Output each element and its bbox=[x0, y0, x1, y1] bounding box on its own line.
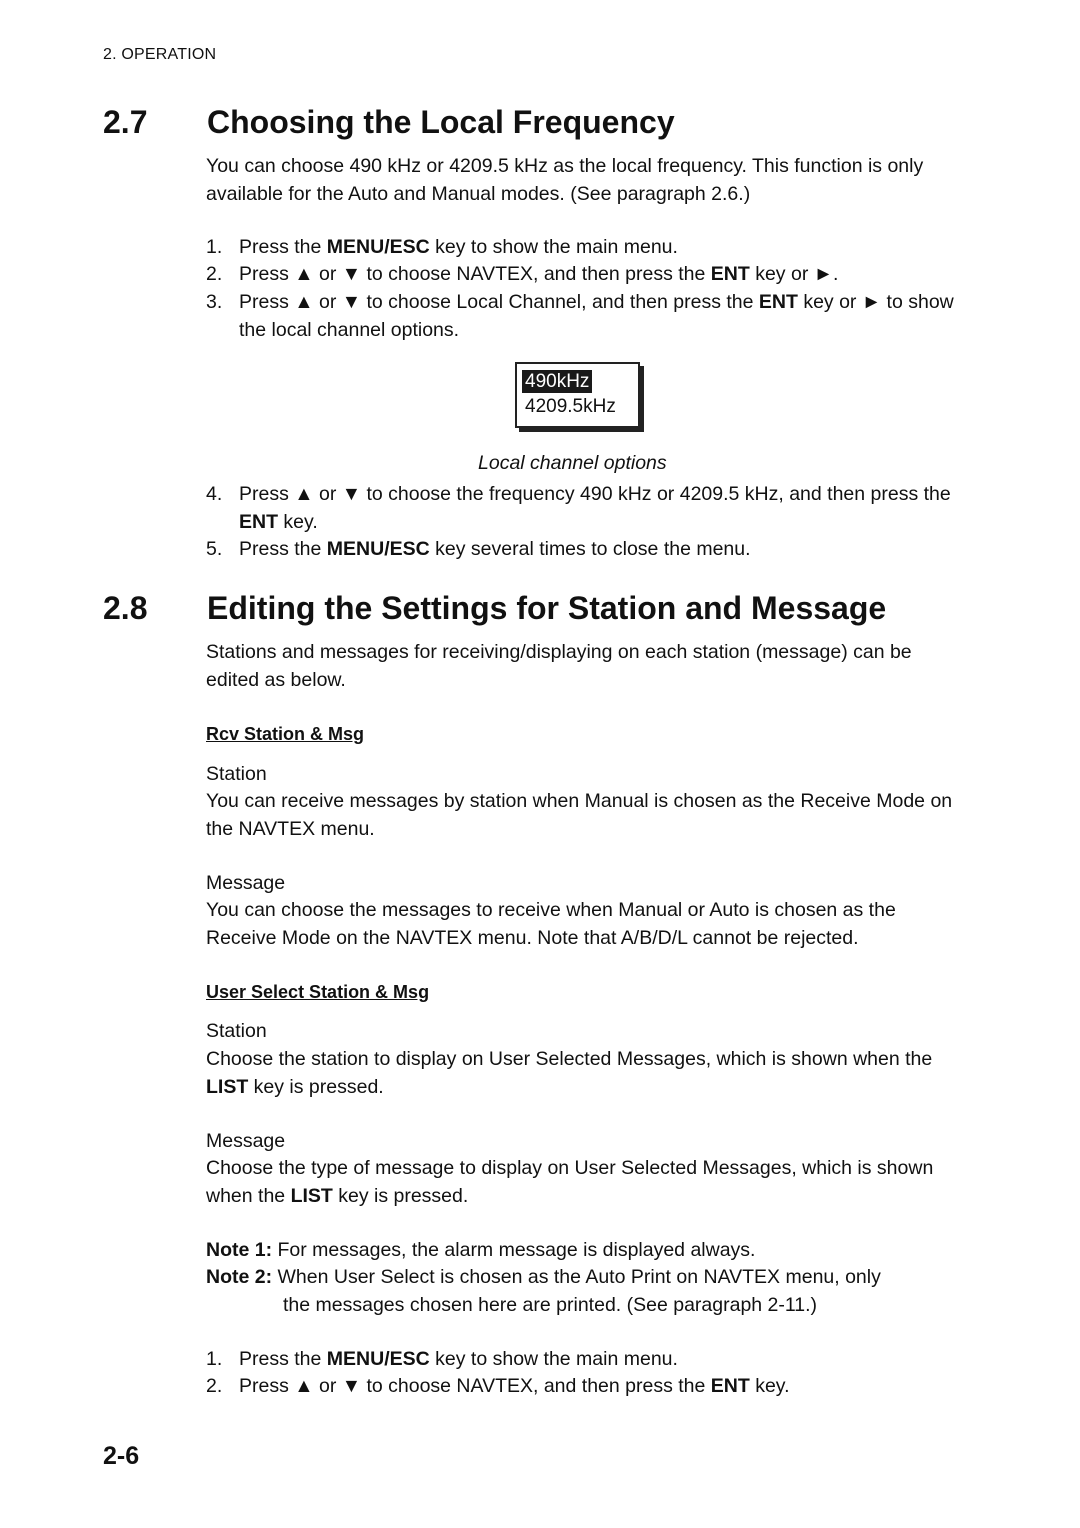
item-text: Choose the station to display on User Se… bbox=[206, 1048, 933, 1098]
figure-caption: Local channel options bbox=[478, 452, 667, 474]
step-item: 4. Press ▲ or ▼ to choose the frequency … bbox=[206, 483, 951, 533]
subsection-heading: Rcv Station & Msg bbox=[206, 724, 365, 744]
item-label: Station bbox=[206, 1020, 267, 1042]
key-label: ENT bbox=[239, 510, 278, 533]
section-heading-2-8: 2.8 Editing the Settings for Station and … bbox=[103, 590, 886, 627]
step-item: 5. Press the MENU/ESC key several times … bbox=[206, 538, 751, 560]
note-2: Note 2: When User Select is chosen as th… bbox=[206, 1266, 881, 1316]
section-heading-2-7: 2.7 Choosing the Local Frequency bbox=[103, 104, 675, 141]
section-number: 2.7 bbox=[103, 104, 148, 140]
key-label: MENU/ESC bbox=[326, 236, 430, 258]
section-title: Editing the Settings for Station and Mes… bbox=[207, 590, 887, 626]
item-label: Message bbox=[206, 872, 286, 894]
step-item: 1. Press the MENU/ESC key to show the ma… bbox=[206, 236, 678, 258]
option-490khz-selected: 490kHz bbox=[522, 370, 593, 393]
item-text: You can receive messages by station when… bbox=[206, 790, 953, 840]
step-item: 2. Press ▲ or ▼ to choose NAVTEX, and th… bbox=[206, 263, 839, 285]
section-number: 2.8 bbox=[103, 590, 148, 626]
key-label: MENU/ESC bbox=[326, 538, 430, 560]
local-channel-options-figure: 490kHz 4209.5kHz bbox=[515, 362, 640, 428]
page-number: 2-6 bbox=[103, 1442, 140, 1470]
subsection-heading: User Select Station & Msg bbox=[206, 982, 430, 1002]
step-item: 1. Press the MENU/ESC key to show the ma… bbox=[206, 1348, 678, 1370]
key-label: LIST bbox=[290, 1184, 333, 1207]
section-title: Choosing the Local Frequency bbox=[207, 104, 675, 140]
section-intro: You can choose 490 kHz or 4209.5 kHz as … bbox=[206, 155, 924, 205]
option-4209-5khz: 4209.5kHz bbox=[525, 396, 616, 417]
section-intro: Stations and messages for receiving/disp… bbox=[206, 641, 912, 691]
key-label: ENT bbox=[758, 291, 798, 313]
key-label: MENU/ESC bbox=[326, 1348, 430, 1370]
step-item: 3. Press ▲ or ▼ to choose Local Channel,… bbox=[206, 291, 954, 341]
step-item: 2. Press ▲ or ▼ to choose NAVTEX, and th… bbox=[206, 1375, 790, 1397]
item-text: You can choose the messages to receive w… bbox=[206, 899, 896, 949]
key-label: ENT bbox=[710, 263, 750, 285]
running-head: 2. OPERATION bbox=[103, 46, 217, 63]
item-label: Message bbox=[206, 1130, 286, 1152]
item-text: Choose the type of message to display on… bbox=[206, 1157, 934, 1207]
key-label: ENT bbox=[710, 1375, 750, 1397]
item-label: Station bbox=[206, 763, 267, 785]
key-label: LIST bbox=[206, 1075, 249, 1098]
note-1: Note 1: For messages, the alarm message … bbox=[206, 1239, 756, 1261]
